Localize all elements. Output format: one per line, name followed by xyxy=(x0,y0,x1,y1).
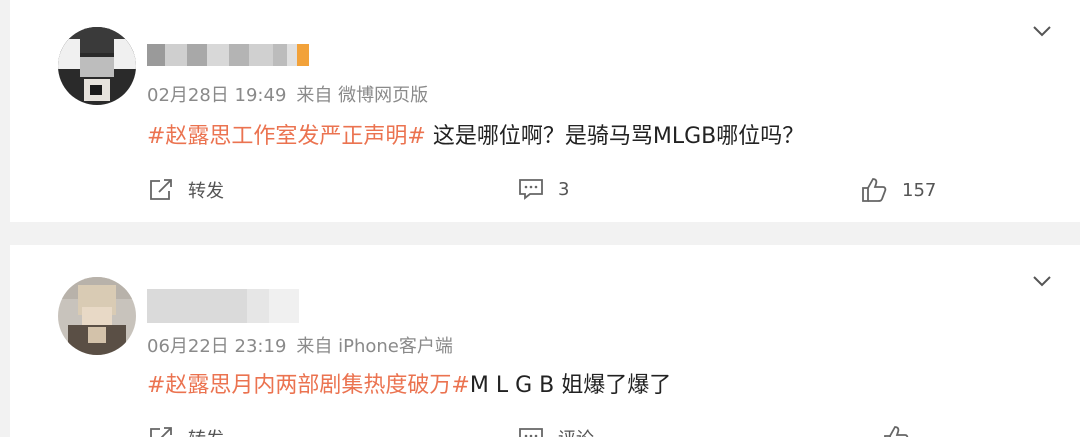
avatar[interactable] xyxy=(58,27,136,105)
source: 来自 微博网页版 xyxy=(296,85,429,106)
username-blurred[interactable] xyxy=(147,44,309,66)
share-icon xyxy=(150,179,172,200)
comment-button[interactable]: 3 xyxy=(518,177,569,201)
comment-card: 06月22日 23:19 来自 iPhone客户端 #赵露思月内两部剧集热度破万#… xyxy=(10,245,1080,437)
comment-content: #赵露思工作室发严正声明# 这是哪位啊？是骑马骂MLGB哪位吗？ xyxy=(147,118,804,150)
repost-label: 转发 xyxy=(188,425,224,437)
username-blurred[interactable] xyxy=(147,289,299,323)
comment-text: 这是哪位啊？是骑马骂MLGB哪位吗？ xyxy=(425,124,805,149)
repost-label: 转发 xyxy=(188,181,224,202)
like-count: 157 xyxy=(902,179,937,201)
comment-content: #赵露思月内两部剧集热度破万#M L G B 姐爆了爆了 xyxy=(147,367,671,399)
topic-link[interactable]: #赵露思工作室发严正声明# xyxy=(147,124,426,149)
comment-meta: 02月28日 19:49 来自 微博网页版 xyxy=(147,81,428,107)
like-icon xyxy=(862,178,887,202)
like-icon xyxy=(884,426,909,437)
topic-link[interactable]: #赵露思月内两部剧集热度破万# xyxy=(147,373,470,398)
comment-icon xyxy=(519,179,543,200)
avatar[interactable] xyxy=(58,277,136,355)
like-button[interactable]: 157 xyxy=(860,177,936,203)
comment-text: M L G B 姐爆了爆了 xyxy=(469,373,672,398)
source: 来自 iPhone客户端 xyxy=(296,336,453,357)
repost-button[interactable]: 转发 xyxy=(148,425,224,437)
chevron-down-icon[interactable] xyxy=(1032,25,1052,37)
comment-meta: 06月22日 23:19 来自 iPhone客户端 xyxy=(147,332,453,358)
like-button[interactable] xyxy=(882,425,924,437)
repost-button[interactable]: 转发 xyxy=(148,177,224,203)
comment-label: 评论 xyxy=(558,425,594,437)
timestamp: 06月22日 23:19 xyxy=(147,336,287,357)
comment-button[interactable]: 评论 xyxy=(518,425,594,437)
comment-icon xyxy=(519,428,543,437)
comment-card: 02月28日 19:49 来自 微博网页版 #赵露思工作室发严正声明# 这是哪位啊… xyxy=(10,0,1080,222)
timestamp: 02月28日 19:49 xyxy=(147,85,287,106)
share-icon xyxy=(150,427,172,437)
comment-count: 3 xyxy=(558,178,570,200)
chevron-down-icon[interactable] xyxy=(1032,275,1052,287)
